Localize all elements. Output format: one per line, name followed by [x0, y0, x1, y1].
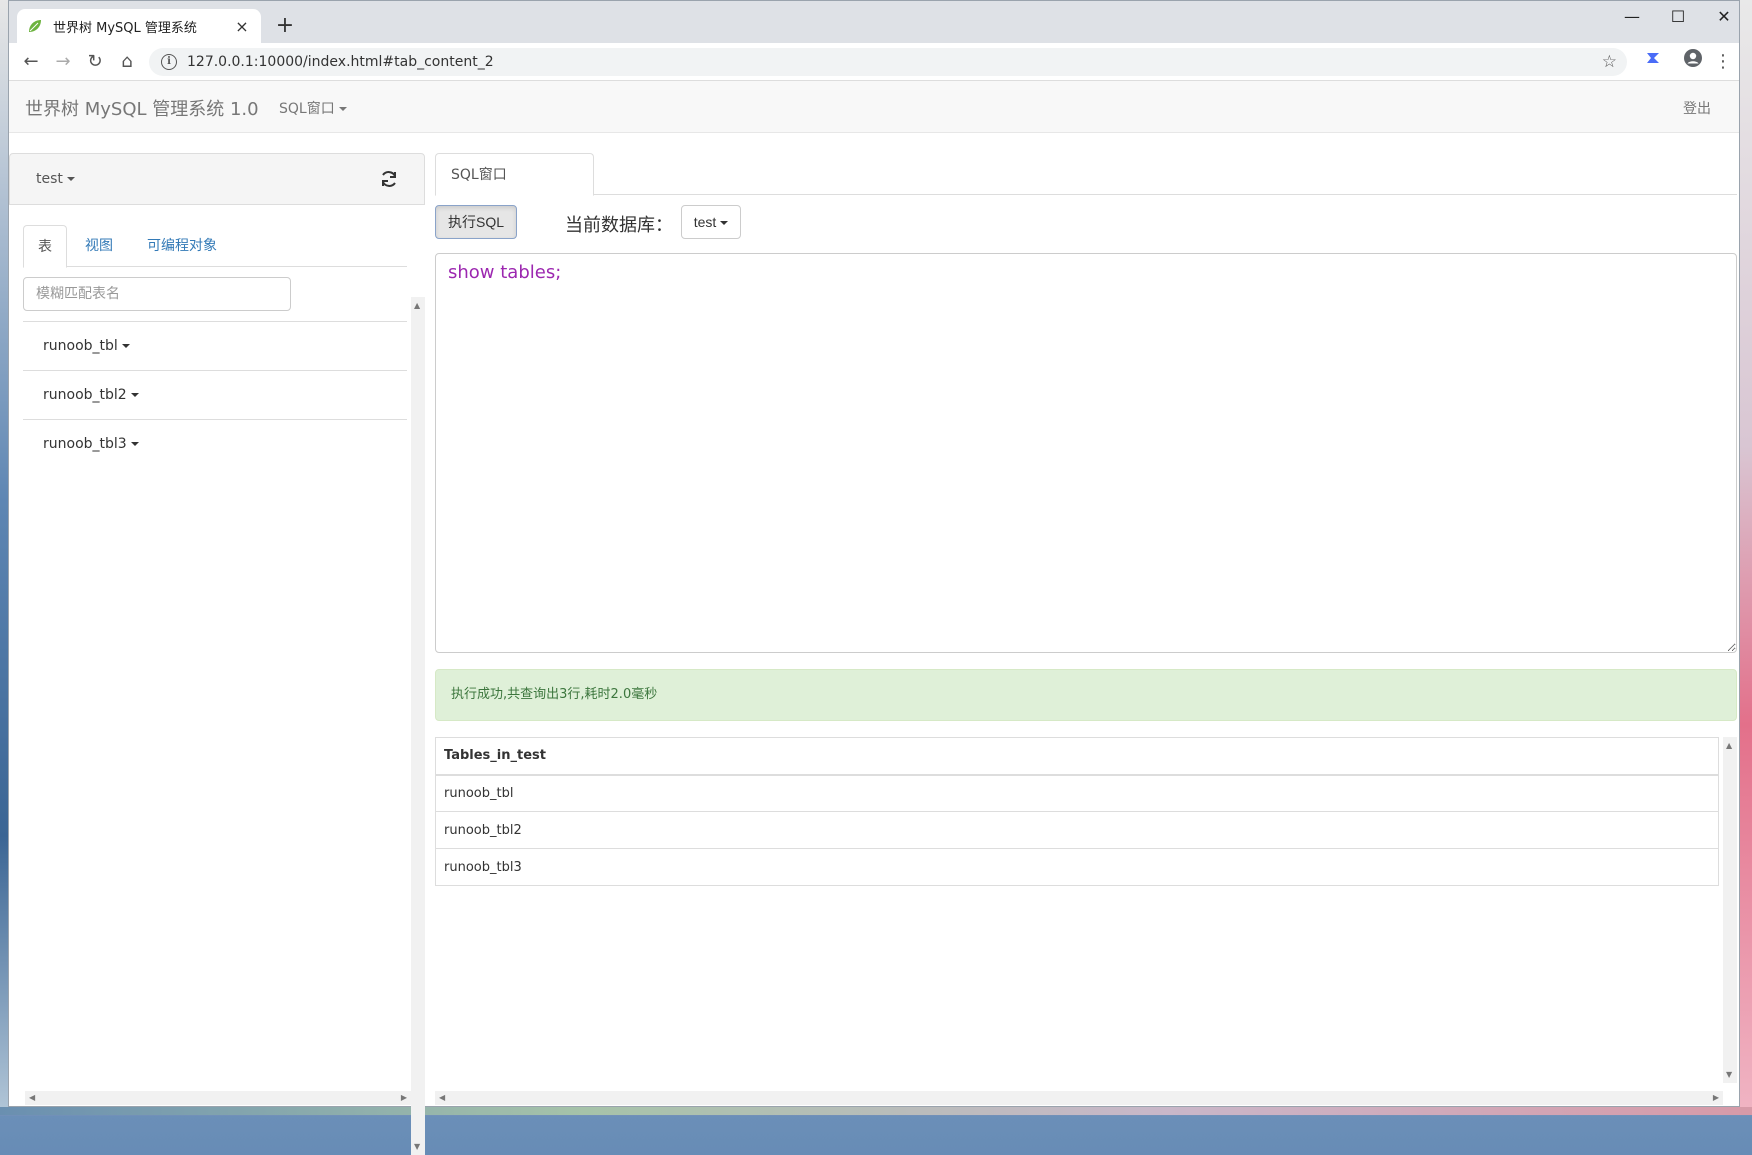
- app-navbar: 世界树 MySQL 管理系统 1.0 SQL窗口 登出: [9, 81, 1739, 133]
- result-status-alert: 执行成功,共查询出3行,耗时2.0毫秒: [435, 669, 1737, 721]
- current-database-dropdown[interactable]: test: [681, 205, 741, 239]
- tab-sql-window[interactable]: SQL窗口: [435, 153, 594, 196]
- scroll-up-icon[interactable]: ▲: [414, 301, 420, 310]
- extension-icon[interactable]: [1639, 48, 1667, 76]
- caret-down-icon: [66, 177, 75, 181]
- table-name: runoob_tbl3: [43, 436, 127, 452]
- table-cell: runoob_tbl3: [435, 848, 1719, 886]
- close-tab-icon[interactable]: ×: [233, 17, 251, 36]
- database-header: test: [9, 153, 425, 205]
- desktop-background-right: [1740, 0, 1752, 1115]
- result-vertical-scrollbar[interactable]: ▲ ▼: [1723, 737, 1737, 1083]
- table-cell: runoob_tbl2: [435, 811, 1719, 849]
- table-row: runoob_tbl2: [435, 811, 1719, 849]
- sql-editor[interactable]: show tables;: [435, 253, 1737, 653]
- scroll-down-icon[interactable]: ▼: [1726, 1070, 1732, 1079]
- new-tab-button[interactable]: +: [271, 13, 299, 41]
- caret-down-icon: [121, 344, 130, 348]
- scroll-left-icon[interactable]: ◀: [439, 1093, 445, 1102]
- current-database-value: test: [693, 214, 717, 230]
- database-name: test: [36, 171, 63, 187]
- left-panel-body: 表 视图 可编程对象 runoob_tbl runoob_tbl2 runoob…: [9, 225, 425, 1155]
- minimize-button[interactable]: —: [1609, 3, 1655, 31]
- table-list: runoob_tbl runoob_tbl2 runoob_tbl3: [23, 321, 407, 468]
- database-dropdown[interactable]: test: [36, 171, 75, 187]
- forward-icon[interactable]: →: [49, 48, 77, 76]
- leaf-icon: [29, 20, 41, 32]
- browser-window: 世界树 MySQL 管理系统 × + — ☐ ✕ ← → ↻ ⌂ i 127.0…: [8, 0, 1741, 1155]
- close-window-button[interactable]: ✕: [1701, 3, 1747, 31]
- browser-tab[interactable]: 世界树 MySQL 管理系统 ×: [17, 9, 261, 43]
- table-list-item[interactable]: runoob_tbl3: [23, 419, 407, 468]
- maximize-button[interactable]: ☐: [1655, 3, 1701, 31]
- left-panel: test 表 视图 可编程对象 runoob_tbl runoob_tbl2 r…: [9, 153, 425, 1155]
- table-filter-input[interactable]: [23, 277, 291, 311]
- refresh-icon[interactable]: [378, 168, 400, 190]
- menu-kebab-icon[interactable]: ⋮: [1709, 48, 1737, 76]
- caret-down-icon: [130, 393, 139, 397]
- caret-down-icon: [130, 442, 139, 446]
- left-horizontal-scrollbar[interactable]: ◀ ▶: [25, 1091, 411, 1105]
- table-row: runoob_tbl: [435, 774, 1719, 812]
- table-list-item[interactable]: runoob_tbl: [23, 321, 407, 370]
- address-bar[interactable]: i 127.0.0.1:10000/index.html#tab_content…: [149, 48, 1627, 76]
- url-text[interactable]: 127.0.0.1:10000/index.html#tab_content_2: [187, 54, 1602, 70]
- browser-toolbar: ← → ↻ ⌂ i 127.0.0.1:10000/index.html#tab…: [9, 43, 1739, 81]
- scroll-down-icon[interactable]: ▼: [414, 1142, 420, 1151]
- left-vertical-scrollbar[interactable]: ▲ ▼: [411, 297, 425, 1155]
- home-icon[interactable]: ⌂: [113, 48, 141, 76]
- tab-programmable-objects[interactable]: 可编程对象: [133, 225, 231, 267]
- sql-window-menu-label: SQL窗口: [279, 101, 335, 117]
- reload-icon[interactable]: ↻: [81, 48, 109, 76]
- scroll-up-icon[interactable]: ▲: [1726, 741, 1732, 750]
- column-header: Tables_in_test: [435, 737, 1719, 776]
- info-icon[interactable]: i: [161, 54, 177, 70]
- execute-sql-button[interactable]: 执行SQL: [435, 205, 517, 239]
- table-list-item[interactable]: runoob_tbl2: [23, 370, 407, 419]
- back-icon[interactable]: ←: [17, 48, 45, 76]
- table-header-row: Tables_in_test: [435, 737, 1719, 776]
- current-database-label: 当前数据库：: [565, 215, 673, 236]
- logout-link[interactable]: 登出: [1683, 98, 1711, 118]
- right-panel: SQL窗口 执行SQL 当前数据库： test show tables; 执行成…: [435, 153, 1741, 1108]
- desktop-background-bottom: [0, 1107, 1752, 1115]
- tab-views[interactable]: 视图: [71, 225, 127, 267]
- table-name: runoob_tbl2: [43, 387, 127, 403]
- caret-down-icon: [720, 221, 729, 226]
- bookmark-star-icon[interactable]: ☆: [1602, 52, 1617, 72]
- table-name: runoob_tbl: [43, 338, 118, 354]
- scroll-left-icon[interactable]: ◀: [29, 1093, 35, 1102]
- tab-tables[interactable]: 表: [23, 225, 67, 268]
- sql-window-menu[interactable]: SQL窗口: [279, 98, 347, 118]
- object-tabs: 表 视图 可编程对象: [23, 225, 407, 268]
- table-row: runoob_tbl3: [435, 848, 1719, 886]
- sql-tabs: SQL窗口: [435, 153, 1737, 196]
- caret-down-icon: [338, 107, 347, 111]
- desktop-background-left: [0, 0, 8, 1115]
- browser-tab-title: 世界树 MySQL 管理系统: [53, 20, 197, 36]
- result-table: Tables_in_test runoob_tbl runoob_tbl2 ru…: [435, 737, 1719, 886]
- app-brand[interactable]: 世界树 MySQL 管理系统 1.0: [25, 95, 259, 121]
- scroll-right-icon[interactable]: ▶: [1713, 1093, 1719, 1102]
- profile-icon[interactable]: [1679, 48, 1707, 76]
- scroll-right-icon[interactable]: ▶: [401, 1093, 407, 1102]
- table-cell: runoob_tbl: [435, 774, 1719, 812]
- browser-tab-strip: 世界树 MySQL 管理系统 × + — ☐ ✕: [9, 1, 1739, 43]
- result-horizontal-scrollbar[interactable]: ◀ ▶: [435, 1091, 1723, 1105]
